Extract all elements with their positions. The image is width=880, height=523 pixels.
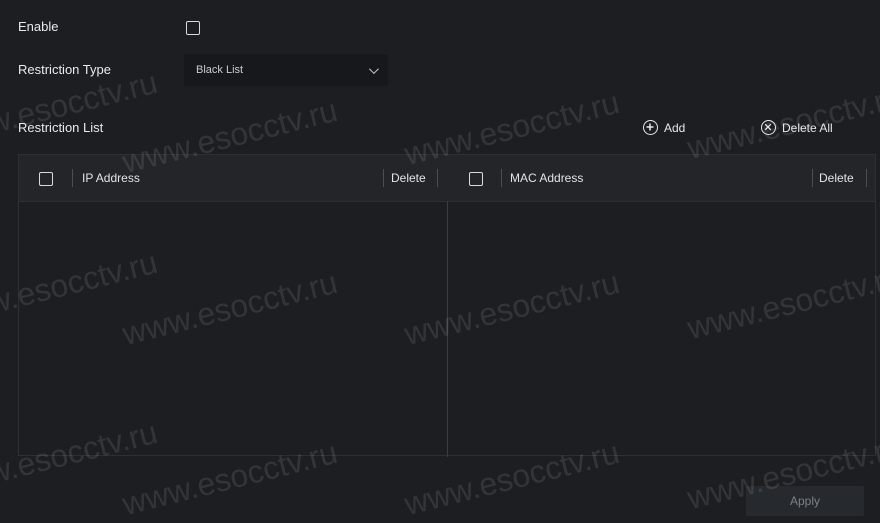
header-divider xyxy=(501,169,502,187)
mac-select-all-checkbox[interactable] xyxy=(469,172,483,186)
mac-address-list xyxy=(448,201,876,457)
watermark: www.esocctv.ru xyxy=(0,63,161,153)
chevron-down-icon xyxy=(368,63,379,74)
add-label: Add xyxy=(664,120,686,135)
table-header: IP Address Delete MAC Address Delete xyxy=(19,155,875,202)
header-divider xyxy=(72,169,73,187)
add-button[interactable]: Add xyxy=(643,120,685,135)
ip-address-list xyxy=(19,201,447,457)
ip-address-header: IP Address xyxy=(82,171,140,185)
mac-address-header: MAC Address xyxy=(510,171,584,185)
enable-label: Enable xyxy=(18,19,59,34)
restriction-tables: IP Address Delete MAC Address Delete xyxy=(18,154,876,457)
restriction-type-value: Black List xyxy=(196,64,244,76)
ip-delete-header: Delete xyxy=(391,171,426,185)
header-divider xyxy=(383,169,384,187)
header-divider xyxy=(866,169,867,187)
restriction-type-label: Restriction Type xyxy=(18,62,111,77)
restriction-type-select[interactable]: Black List xyxy=(184,54,388,86)
x-circle-icon xyxy=(761,120,776,135)
ip-select-all-checkbox[interactable] xyxy=(39,172,53,186)
plus-circle-icon xyxy=(643,120,658,135)
header-divider xyxy=(812,169,813,187)
restriction-list-label: Restriction List xyxy=(18,120,104,135)
apply-button[interactable]: Apply xyxy=(746,486,864,516)
header-divider xyxy=(437,169,438,187)
delete-all-button[interactable]: Delete All xyxy=(761,120,833,135)
enable-checkbox[interactable] xyxy=(186,21,200,35)
delete-all-label: Delete All xyxy=(782,120,833,135)
mac-delete-header: Delete xyxy=(819,171,854,185)
